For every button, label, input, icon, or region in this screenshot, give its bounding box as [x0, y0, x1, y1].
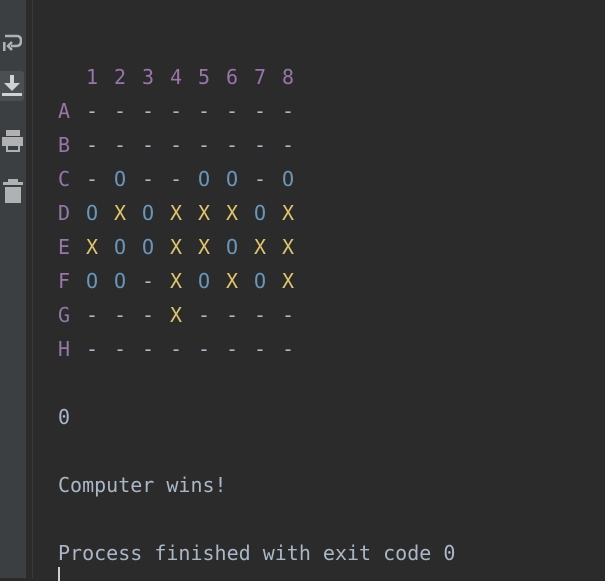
row-label: C [57, 167, 71, 191]
empty-cell: - [85, 167, 99, 191]
row-label: A [57, 99, 71, 123]
o-piece: O [141, 201, 155, 225]
empty-cell: - [281, 133, 295, 157]
column-label: 1 [85, 65, 99, 89]
x-piece: X [169, 235, 183, 259]
empty-cell: - [85, 133, 99, 157]
x-piece: X [85, 235, 99, 259]
x-piece: X [169, 269, 183, 293]
row-label: G [57, 303, 71, 327]
column-label: 8 [281, 65, 295, 89]
empty-cell: - [141, 167, 155, 191]
empty-cell: - [85, 99, 99, 123]
empty-cell: - [169, 133, 183, 157]
x-piece: X [281, 235, 295, 259]
x-piece: X [253, 235, 267, 259]
column-label: 4 [169, 65, 183, 89]
row-label: D [57, 201, 71, 225]
o-piece: O [141, 235, 155, 259]
empty-cell: - [225, 99, 239, 123]
x-piece: X [113, 201, 127, 225]
column-label: 6 [225, 65, 239, 89]
o-piece: O [197, 167, 211, 191]
x-piece: X [169, 201, 183, 225]
o-piece: O [253, 201, 267, 225]
column-label: 2 [113, 65, 127, 89]
empty-cell: - [85, 337, 99, 361]
empty-cell: - [281, 337, 295, 361]
empty-cell: - [225, 303, 239, 327]
empty-cell: - [225, 337, 239, 361]
empty-cell: - [197, 99, 211, 123]
text-caret [58, 567, 60, 581]
x-piece: X [225, 269, 239, 293]
empty-cell: - [85, 303, 99, 327]
empty-cell: - [113, 337, 127, 361]
empty-cell: - [225, 133, 239, 157]
empty-cell: - [141, 133, 155, 157]
empty-cell: - [197, 337, 211, 361]
empty-cell: - [169, 99, 183, 123]
empty-cell: - [141, 269, 155, 293]
empty-cell: - [253, 337, 267, 361]
exit-message: Process finished with exit code 0 [58, 541, 456, 565]
empty-cell: - [253, 303, 267, 327]
o-piece: O [113, 235, 127, 259]
o-piece: O [113, 167, 127, 191]
row-label: B [57, 133, 71, 157]
o-piece: O [281, 167, 295, 191]
o-piece: O [113, 269, 127, 293]
score-line: 0 [58, 405, 71, 429]
empty-cell: - [197, 303, 211, 327]
result-line: Computer wins! [58, 473, 227, 497]
row-label: F [57, 269, 71, 293]
empty-cell: - [281, 99, 295, 123]
o-piece: O [197, 269, 211, 293]
empty-cell: - [169, 167, 183, 191]
column-label: 5 [197, 65, 211, 89]
empty-cell: - [253, 167, 267, 191]
x-piece: X [281, 201, 295, 225]
x-piece: X [169, 303, 183, 327]
x-piece: X [197, 235, 211, 259]
empty-cell: - [253, 133, 267, 157]
empty-cell: - [113, 303, 127, 327]
empty-cell: - [197, 133, 211, 157]
x-piece: X [197, 201, 211, 225]
o-piece: O [225, 167, 239, 191]
o-piece: O [85, 201, 99, 225]
o-piece: O [225, 235, 239, 259]
x-piece: X [225, 201, 239, 225]
empty-cell: - [253, 99, 267, 123]
empty-cell: - [141, 337, 155, 361]
empty-cell: - [141, 303, 155, 327]
o-piece: O [253, 269, 267, 293]
console-output[interactable]: 12345678A--------B--------C-O--OO-ODOXOX… [0, 0, 605, 581]
empty-cell: - [113, 99, 127, 123]
row-label: E [57, 235, 71, 259]
column-label: 3 [141, 65, 155, 89]
empty-cell: - [281, 303, 295, 327]
x-piece: X [281, 269, 295, 293]
o-piece: O [85, 269, 99, 293]
empty-cell: - [113, 133, 127, 157]
empty-cell: - [169, 337, 183, 361]
empty-cell: - [141, 99, 155, 123]
row-label: H [57, 337, 71, 361]
column-label: 7 [253, 65, 267, 89]
